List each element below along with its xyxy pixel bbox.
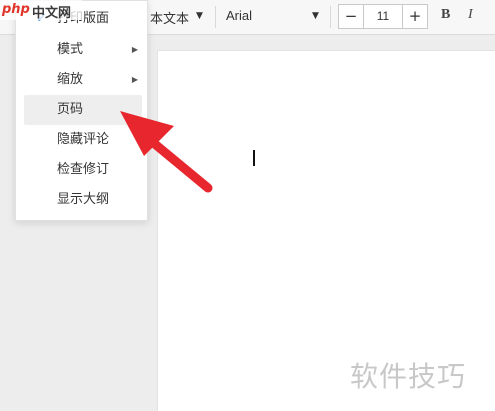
watermark-text: 软件技巧	[350, 360, 467, 393]
pointer-arrow-icon	[120, 111, 213, 193]
